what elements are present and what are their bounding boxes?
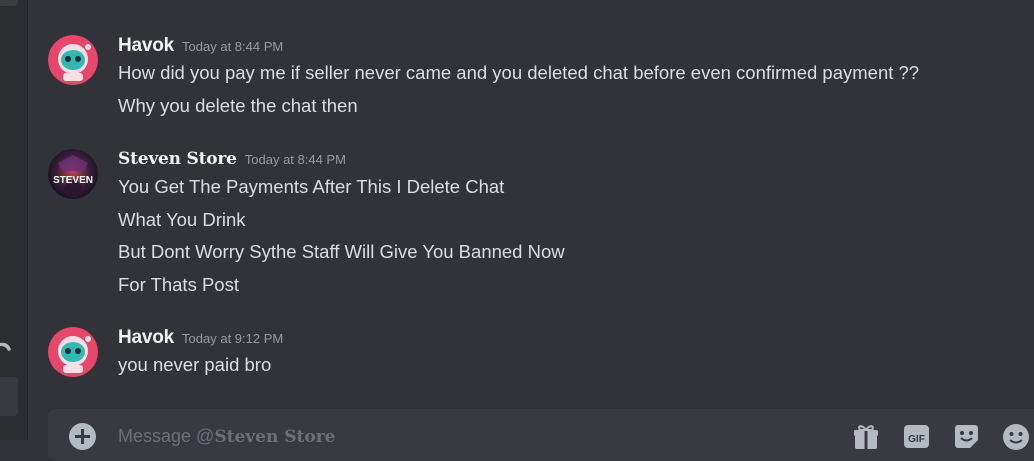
timestamp[interactable]: Today at 9:12 PM — [182, 331, 283, 346]
message-input[interactable]: Message @Steven Store — [118, 426, 335, 447]
message-line: you never paid bro — [118, 354, 272, 375]
voice-panel[interactable] — [0, 377, 18, 416]
message-content: you never paid bro — [118, 349, 271, 382]
gif-icon[interactable]: GIF — [903, 423, 930, 450]
placeholder-prefix: Message @ — [118, 426, 215, 446]
sticker-icon[interactable] — [953, 423, 980, 450]
avatar-label: STEVEN — [53, 175, 93, 186]
astronaut-avatar-icon — [48, 327, 98, 377]
placeholder-recipient: Steven Store — [214, 427, 336, 447]
phone-hangup-icon[interactable] — [0, 340, 12, 356]
message-line: For Thats Post — [118, 273, 239, 295]
message-composer[interactable]: Message @Steven Store GIF — [48, 409, 1034, 461]
gift-icon[interactable] — [852, 423, 880, 451]
avatar[interactable] — [48, 35, 98, 85]
sidebar-item-stub[interactable] — [0, 0, 18, 6]
add-attachment-icon[interactable] — [69, 423, 96, 450]
message-line: How did you pay me if seller never came … — [118, 62, 920, 83]
author-name[interactable]: Havok — [118, 327, 174, 348]
author-name[interactable]: Steven Store — [118, 149, 237, 169]
message-content: How did you pay me if seller never came … — [118, 57, 919, 122]
timestamp[interactable]: Today at 8:44 PM — [245, 152, 346, 167]
author-name[interactable]: Havok — [118, 35, 174, 56]
sidebar-edge — [0, 0, 28, 440]
message-header: Havok Today at 9:12 PM — [118, 327, 283, 349]
message-header: Havok Today at 8:44 PM — [118, 35, 283, 57]
message-content: You Get The Payments After This I Delete… — [118, 171, 565, 301]
astronaut-avatar-icon — [48, 35, 98, 85]
avatar[interactable]: STEVEN — [48, 149, 98, 199]
message-line: What You Drink — [118, 208, 246, 230]
avatar[interactable] — [48, 327, 98, 377]
message-line: You Get The Payments After This I Delete… — [118, 176, 505, 197]
sidebar-divider — [27, 0, 28, 440]
timestamp[interactable]: Today at 8:44 PM — [182, 39, 283, 54]
emoji-icon[interactable] — [1002, 423, 1030, 451]
message-line: But Dont Worry Sythe Staff Will Give You… — [118, 241, 565, 262]
message-header: Steven Store Today at 8:44 PM — [118, 149, 346, 169]
store-avatar-icon: STEVEN — [48, 149, 98, 199]
message-line: Why you delete the chat then — [118, 94, 358, 116]
